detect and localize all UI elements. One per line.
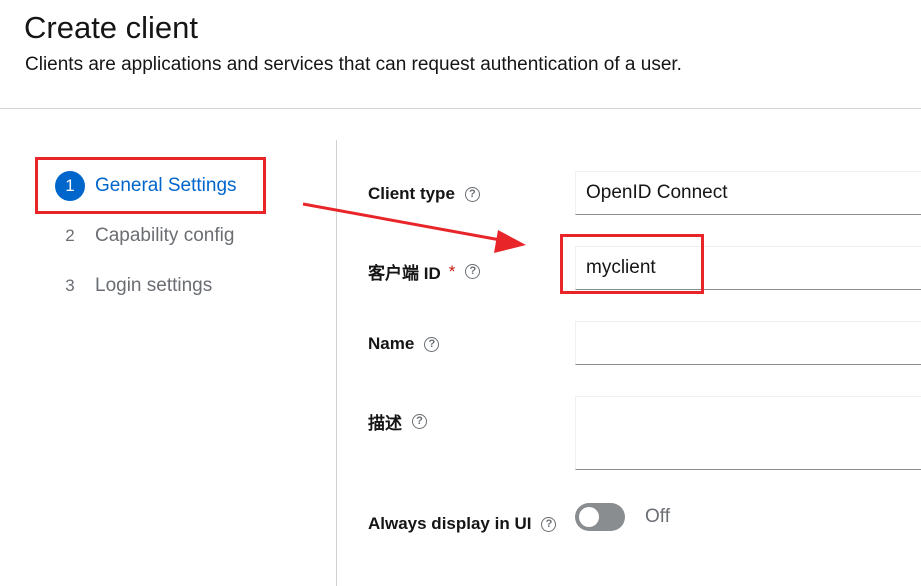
help-icon[interactable]: ? [465,264,481,279]
client-id-value: myclient [586,257,656,278]
client-id-input[interactable]: myclient [575,246,921,290]
required-marker: * [448,261,456,281]
name-label: Name ? [368,334,440,354]
always-display-label-text: Always display in UI [368,514,532,533]
help-icon[interactable]: ? [412,414,427,429]
step-number: 3 [65,276,75,295]
header-divider [0,108,921,109]
wizard-nav-divider [336,140,337,586]
name-label-text: Name [368,334,415,353]
page-title: Create client [24,10,199,45]
step-label: Login settings [95,275,213,296]
always-display-toggle[interactable] [575,503,625,531]
client-id-label: 客户端 ID * ? [368,259,481,284]
client-type-value: OpenID Connect [586,182,728,203]
wizard-step-login-settings[interactable]: 3 Login settings [55,271,212,301]
step-number-badge: 1 [55,171,85,201]
wizard-step-capability-config[interactable]: 2 Capability config [55,221,234,251]
description-label-text: 描述 [368,414,402,433]
help-icon[interactable]: ? [424,336,440,352]
page-subtitle: Clients are applications and services th… [25,54,682,75]
step-label: Capability config [95,225,235,246]
help-icon[interactable]: ? [541,516,557,532]
client-type-select[interactable]: OpenID Connect [575,171,921,215]
client-type-label-text: Client type [368,184,455,203]
always-display-label: Always display in UI ? [368,514,557,534]
step-number: 2 [65,226,75,245]
toggle-knob [579,507,599,527]
step-label: General Settings [95,175,237,196]
name-input[interactable] [575,321,921,365]
wizard-step-general-settings[interactable]: 1 General Settings [55,171,237,201]
help-icon[interactable]: ? [464,186,480,202]
description-textarea[interactable] [575,396,921,470]
client-id-label-text: 客户端 ID [368,264,441,283]
description-label: 描述 ? [368,409,427,434]
toggle-state-text: Off [645,506,670,527]
client-type-label: Client type ? [368,184,480,204]
